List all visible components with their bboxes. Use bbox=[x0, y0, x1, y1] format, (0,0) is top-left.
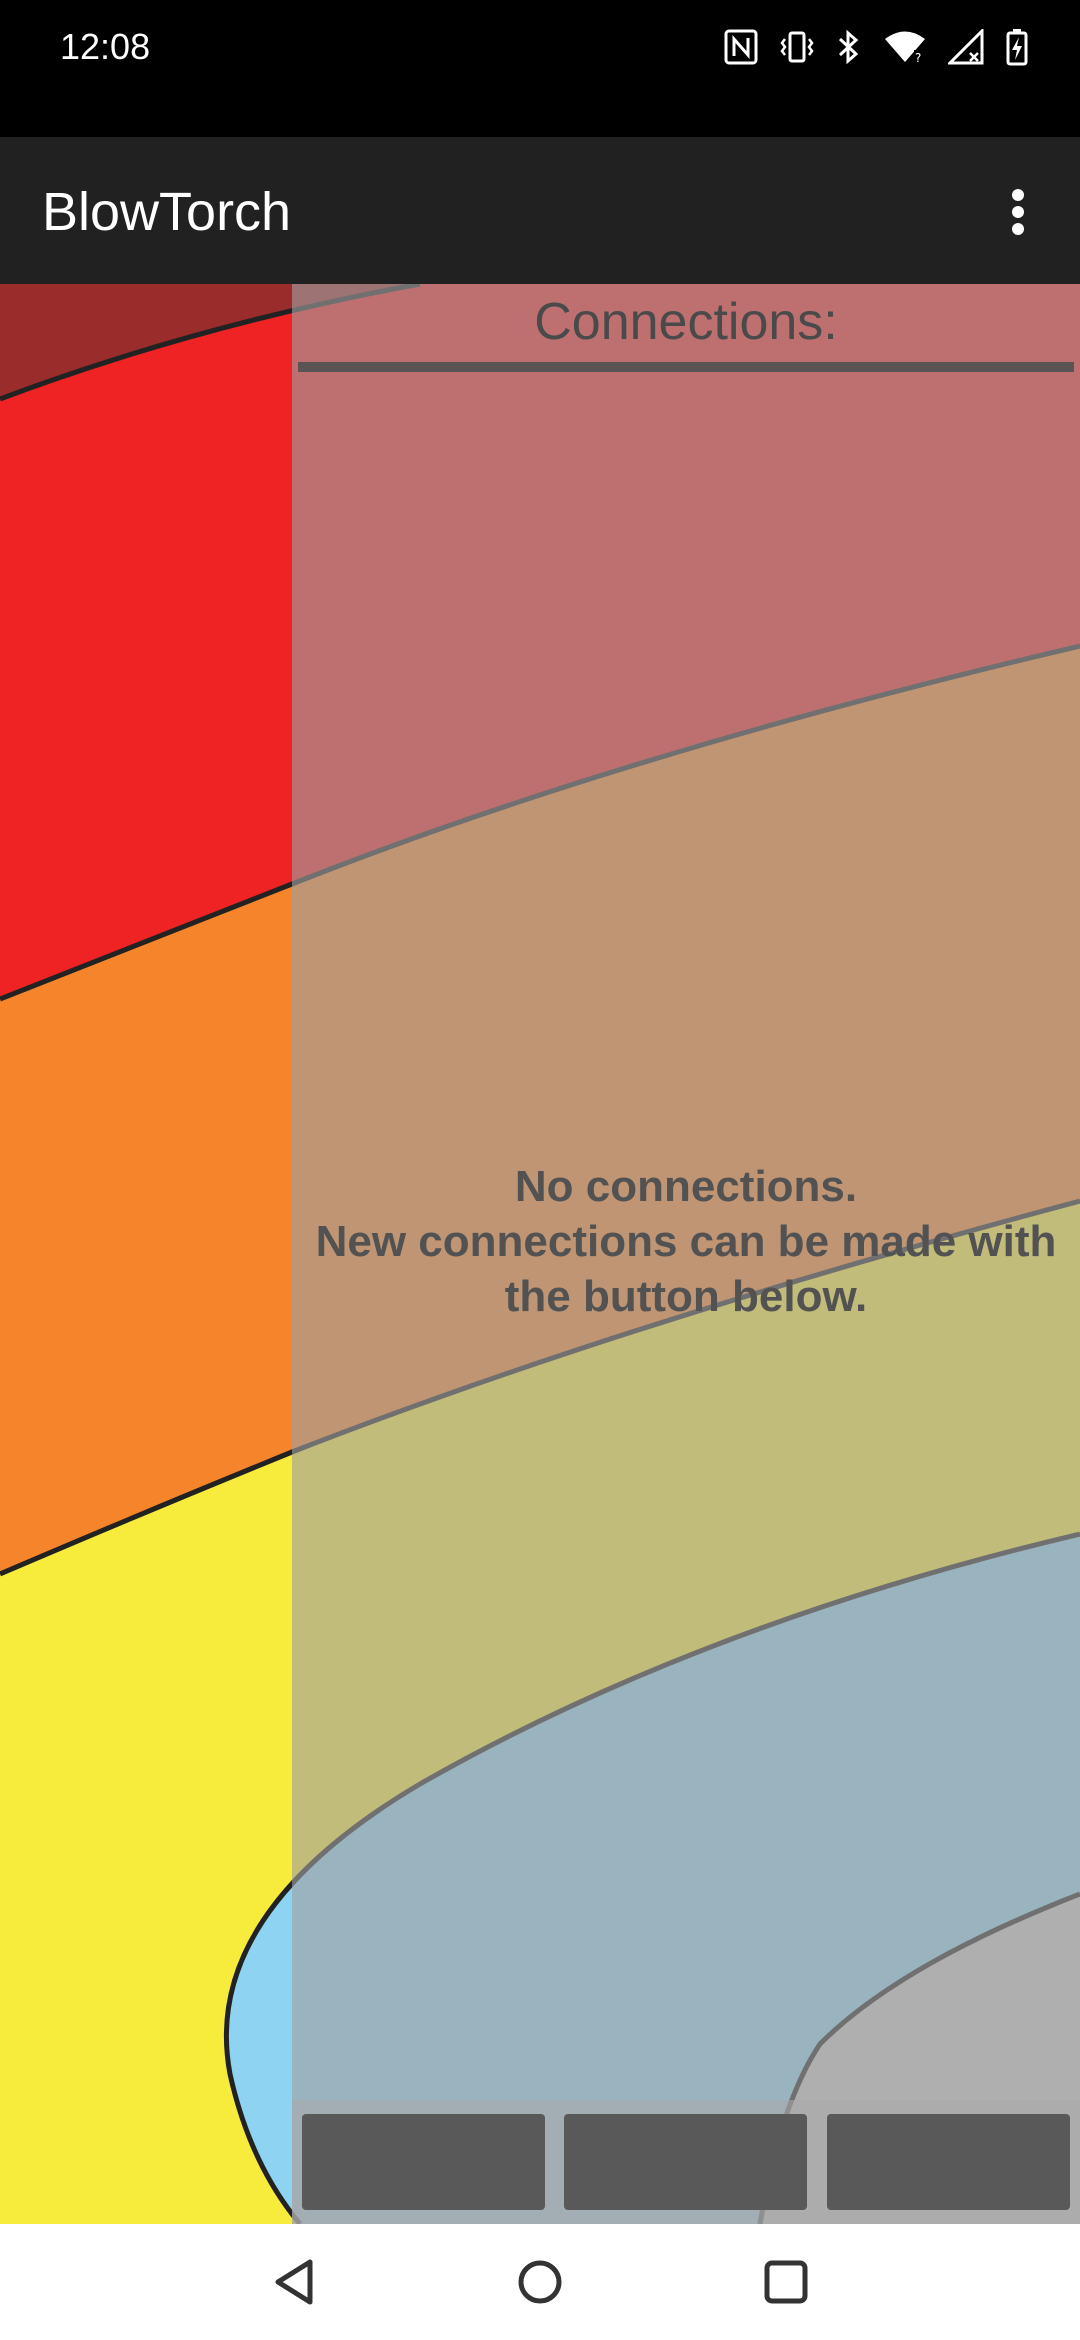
home-icon bbox=[518, 2260, 562, 2304]
back-icon bbox=[275, 2259, 313, 2305]
app-title: BlowTorch bbox=[42, 182, 292, 242]
screen: 12:08 ? BlowTorch Connections: No connec… bbox=[0, 0, 1080, 2340]
empty-message-line-3: the button below. bbox=[504, 1272, 868, 1321]
empty-message-line-1: No connections. bbox=[514, 1162, 858, 1211]
overflow-menu-button[interactable] bbox=[986, 177, 1050, 247]
back-button[interactable] bbox=[254, 2244, 334, 2320]
vibrate-icon bbox=[780, 29, 814, 65]
navigation-bar bbox=[0, 2224, 1080, 2340]
recents-button[interactable] bbox=[746, 2244, 826, 2320]
title-divider bbox=[298, 362, 1074, 372]
connections-title: Connections: bbox=[534, 293, 838, 351]
cellular-icon bbox=[948, 29, 984, 65]
status-time: 12:08 bbox=[60, 26, 151, 67]
svg-text:?: ? bbox=[915, 51, 921, 64]
action-button-1[interactable] bbox=[302, 2114, 545, 2210]
home-button[interactable] bbox=[500, 2244, 580, 2320]
wifi-icon: ? bbox=[884, 30, 926, 64]
more-vert-icon bbox=[1012, 189, 1024, 235]
bluetooth-icon bbox=[836, 29, 862, 65]
status-bar: 12:08 ? bbox=[0, 0, 1080, 137]
nfc-icon bbox=[724, 29, 758, 65]
app-bar: BlowTorch bbox=[0, 137, 1080, 284]
empty-connections-message: No connections. New connections can be m… bbox=[292, 1159, 1080, 1324]
connections-panel: Connections: No connections. New connect… bbox=[292, 284, 1080, 2224]
button-row bbox=[292, 2100, 1080, 2224]
battery-charging-icon bbox=[1006, 28, 1028, 66]
status-icons: ? bbox=[724, 28, 1028, 66]
empty-message-line-2: New connections can be made with bbox=[315, 1217, 1057, 1266]
action-button-3[interactable] bbox=[827, 2114, 1070, 2210]
recents-icon bbox=[764, 2260, 808, 2304]
action-button-2[interactable] bbox=[564, 2114, 807, 2210]
